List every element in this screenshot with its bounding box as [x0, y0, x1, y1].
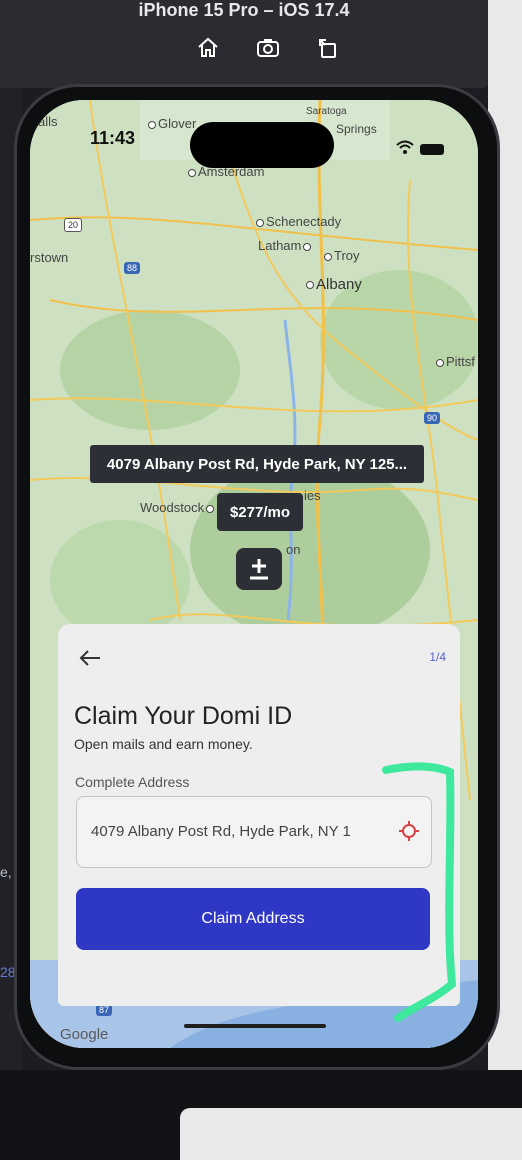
back-arrow-icon[interactable]	[78, 648, 102, 668]
map-place-label: Glover	[148, 116, 196, 131]
map-place-label: Springs	[336, 122, 377, 136]
home-icon[interactable]	[196, 36, 220, 60]
map-place-label: Latham	[258, 238, 313, 253]
simulator-toolbar: iPhone 15 Pro – iOS 17.4	[0, 0, 488, 88]
map-place-label: Albany	[306, 276, 362, 293]
map-place-label: on	[286, 542, 301, 557]
map-place-label: alls	[38, 114, 58, 129]
map-place-label: Troy	[324, 248, 360, 263]
sheet-title: Claim Your Domi ID	[74, 702, 293, 730]
map-place-label: Schenectady	[256, 214, 341, 229]
desk-card	[180, 1108, 522, 1160]
pin-icon[interactable]	[236, 548, 282, 590]
simulator-title: iPhone 15 Pro – iOS 17.4	[138, 0, 350, 20]
pin-price-bubble[interactable]: $277/mo	[217, 493, 303, 531]
battery-icon	[420, 144, 444, 155]
pin-address-bubble[interactable]: 4079 Albany Post Rd, Hyde Park, NY 125..…	[90, 445, 424, 483]
home-indicator[interactable]	[184, 1024, 326, 1028]
route-shield: 20	[64, 218, 83, 232]
screenshot-icon[interactable]	[256, 36, 280, 60]
address-field-value[interactable]: 4079 Albany Post Rd, Hyde Park, NY 1	[91, 823, 351, 840]
map-place-label: Woodstock	[140, 500, 216, 515]
status-time: 11:43	[90, 128, 136, 148]
route-shield: 88	[124, 262, 141, 274]
rotate-icon[interactable]	[316, 36, 340, 60]
map-place-label: ies	[304, 488, 321, 503]
wifi-icon	[396, 140, 414, 159]
map-place-label: Saratoga	[306, 106, 347, 117]
annotation-bracket	[382, 762, 457, 1022]
dynamic-island	[190, 122, 334, 168]
map-attribution: Google	[60, 1026, 109, 1043]
address-field-label: Complete Address	[75, 774, 190, 790]
step-indicator: 1/4	[429, 650, 446, 664]
sheet-subtitle: Open mails and earn money.	[74, 736, 253, 752]
map-place-label: Pittsf	[436, 354, 475, 369]
map-place-label: rstown	[30, 250, 69, 265]
route-shield: 90	[424, 412, 441, 424]
